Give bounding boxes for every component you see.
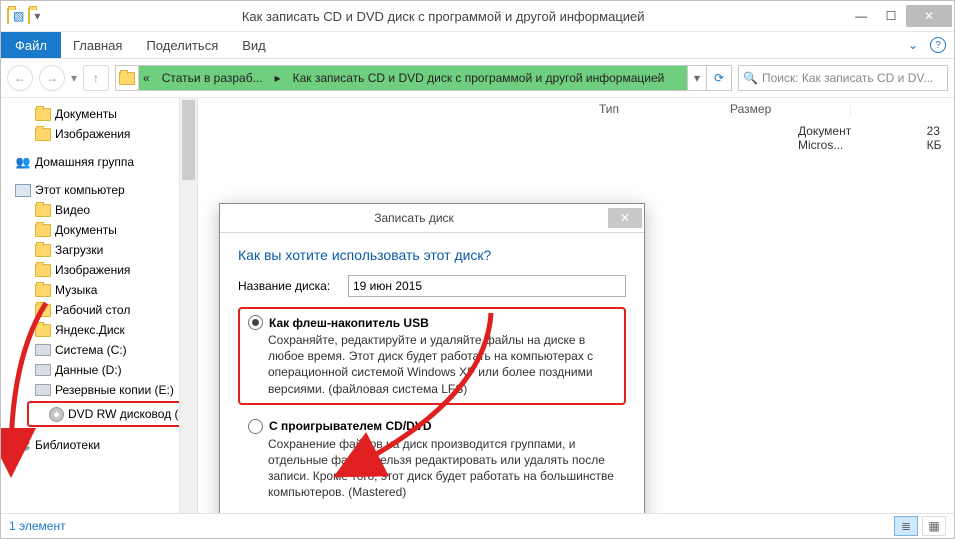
titlebar: ▧ ▾ Как записать CD и DVD диск с програм… xyxy=(1,1,954,32)
col-size[interactable]: Размер xyxy=(730,102,851,116)
address-bar[interactable]: « Статьи в разраб... ▸ Как записать CD и… xyxy=(115,65,732,91)
window-title: Как записать CD и DVD диск с программой … xyxy=(40,9,846,24)
addr-seg-1[interactable]: Статьи в разраб... xyxy=(154,66,271,90)
help-icon[interactable]: ? xyxy=(930,37,946,53)
minimize-button[interactable]: — xyxy=(846,5,876,27)
tab-share[interactable]: Поделиться xyxy=(134,32,230,58)
tree-music[interactable]: Музыка xyxy=(7,280,197,300)
forward-button[interactable]: → xyxy=(39,65,65,91)
dialog-heading: Как вы хотите использовать этот диск? xyxy=(238,247,626,263)
addr-root-chevron-icon[interactable]: « xyxy=(139,66,154,90)
col-type[interactable]: Тип xyxy=(599,102,730,116)
column-headers[interactable]: Тип Размер xyxy=(198,98,954,120)
up-button[interactable]: ↑ xyxy=(83,65,109,91)
file-size: 23 КБ xyxy=(927,124,954,152)
tree-documents2[interactable]: Документы xyxy=(7,220,197,240)
file-row[interactable]: Документ Micros... 23 КБ xyxy=(798,124,954,152)
tree-libraries[interactable]: 📚Библиотеки xyxy=(7,435,197,455)
tree-downloads[interactable]: Загрузки xyxy=(7,240,197,260)
tab-home[interactable]: Главная xyxy=(61,32,134,58)
app-icon xyxy=(7,9,9,23)
pc-icon xyxy=(15,182,31,198)
tree-yadisk[interactable]: Яндекс.Диск xyxy=(7,320,197,340)
ribbon-expand-icon[interactable]: ⌄ xyxy=(908,38,918,52)
nav-tree: Документы Изображения 👥Домашняя группа Э… xyxy=(1,98,198,513)
search-placeholder: Поиск: Как записать CD и DV... xyxy=(762,71,933,85)
tree-dvdrw-f[interactable]: DVD RW дисковод (F:) xyxy=(27,401,191,427)
tree-system-c[interactable]: Система (C:) xyxy=(7,340,197,360)
tree-documents[interactable]: Документы xyxy=(7,104,197,124)
close-button[interactable]: ✕ xyxy=(906,5,952,27)
tree-images[interactable]: Изображения xyxy=(7,124,197,144)
radio-usb-like[interactable] xyxy=(248,315,263,330)
addr-history-icon[interactable]: ▾ xyxy=(687,66,706,90)
disc-name-input[interactable] xyxy=(348,275,626,297)
tree-backup-e[interactable]: Резервные копии (E:) xyxy=(7,380,197,400)
maximize-button[interactable]: ☐ xyxy=(876,5,906,27)
option-cddvd-player[interactable]: С проигрывателем CD/DVD Сохранение файло… xyxy=(238,411,626,509)
tree-video[interactable]: Видео xyxy=(7,200,197,220)
back-button[interactable]: ← xyxy=(7,65,33,91)
libraries-icon: 📚 xyxy=(15,437,31,453)
addr-chevron-icon: ▸ xyxy=(271,66,285,90)
qat-properties-icon[interactable]: ▧ xyxy=(13,9,24,23)
view-large-button[interactable]: ▦ xyxy=(922,516,946,536)
disc-name-label: Название диска: xyxy=(238,279,348,293)
statusbar: 1 элемент ≣ ▦ xyxy=(1,513,954,538)
explorer-window: ▧ ▾ Как записать CD и DVD диск с програм… xyxy=(0,0,955,539)
radio-cddvd[interactable] xyxy=(248,419,263,434)
tab-view[interactable]: Вид xyxy=(230,32,278,58)
tree-homegroup[interactable]: 👥Домашняя группа xyxy=(7,152,197,172)
search-input[interactable]: 🔍 Поиск: Как записать CD и DV... xyxy=(738,65,948,91)
recent-drop-icon[interactable]: ▾ xyxy=(71,71,77,85)
file-tab[interactable]: Файл xyxy=(1,32,61,58)
option-usb-like[interactable]: Как флеш-накопитель USB Сохраняйте, реда… xyxy=(238,307,626,405)
refresh-button[interactable]: ⟳ xyxy=(706,66,731,90)
addr-seg-2[interactable]: Как записать CD и DVD диск с программой … xyxy=(285,66,687,90)
qat-newfolder-icon[interactable] xyxy=(28,9,30,23)
sidebar-scrollbar[interactable] xyxy=(179,98,197,513)
dialog-title: Записать диск xyxy=(220,211,608,225)
disc-icon xyxy=(49,406,64,422)
addr-folder-icon[interactable] xyxy=(116,66,139,90)
homegroup-icon: 👥 xyxy=(15,154,31,170)
tree-thispc[interactable]: Этот компьютер xyxy=(7,180,197,200)
tree-desktop[interactable]: Рабочий стол xyxy=(7,300,197,320)
dialog-close-button[interactable]: ✕ xyxy=(608,208,642,228)
navbar: ← → ▾ ↑ « Статьи в разраб... ▸ Как запис… xyxy=(1,59,954,98)
option-cddvd-desc: Сохранение файлов на диск производится г… xyxy=(268,436,616,501)
option-usb-desc: Сохраняйте, редактируйте и удаляйте файл… xyxy=(268,332,616,397)
ribbon-tabs: Файл Главная Поделиться Вид ⌄ ? xyxy=(1,32,954,59)
status-count: 1 элемент xyxy=(9,519,66,533)
tree-data-d[interactable]: Данные (D:) xyxy=(7,360,197,380)
file-type: Документ Micros... xyxy=(798,124,887,152)
search-icon: 🔍 xyxy=(743,71,758,85)
tree-images2[interactable]: Изображения xyxy=(7,260,197,280)
view-details-button[interactable]: ≣ xyxy=(894,516,918,536)
dialog-titlebar[interactable]: Записать диск ✕ xyxy=(220,204,644,233)
burn-disc-dialog: Записать диск ✕ Как вы хотите использова… xyxy=(219,203,645,513)
